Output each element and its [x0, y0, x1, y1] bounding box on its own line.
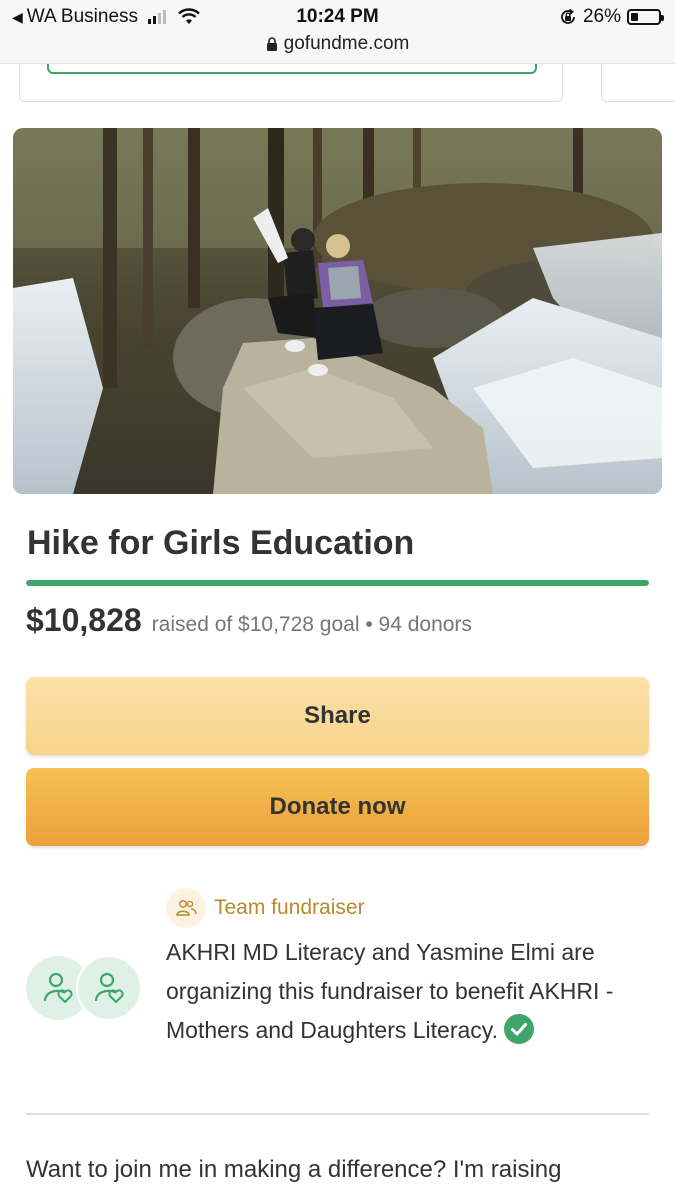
campaign-title: Hike for Girls Education	[27, 524, 415, 562]
padlock-icon	[266, 36, 277, 51]
url-text[interactable]: gofundme.com	[284, 33, 410, 55]
goal-and-donors[interactable]: raised of $10,728 goal • 94 donors	[152, 613, 472, 637]
battery-percent: 26%	[582, 6, 621, 27]
campaign-photo[interactable]	[13, 128, 662, 494]
avatar[interactable]	[76, 955, 142, 1021]
battery-icon	[627, 9, 664, 25]
team-icon	[166, 888, 206, 928]
status-right: 26%	[559, 6, 664, 28]
team-fundraiser-label: Team fundraiser	[214, 896, 365, 919]
organizer-description: AKHRI MD Literacy and Yasmine Elmi are o…	[166, 933, 656, 1050]
team-fundraiser-badge: Team fundraiser	[166, 888, 365, 928]
cropped-card	[19, 64, 563, 102]
story-text: Want to join me in making a difference? …	[26, 1156, 562, 1183]
progress-bar-fill	[26, 580, 649, 586]
battery-fill	[631, 13, 638, 21]
person-heart-icon	[43, 972, 73, 1003]
browser-chrome: ◀ WA Business 10:24 PM 26% gofundme.com	[0, 0, 675, 64]
donate-button[interactable]: Donate now	[26, 768, 649, 846]
amount-raised: $10,828	[26, 602, 142, 638]
share-button[interactable]: Share	[26, 677, 649, 755]
raised-summary: $10,828 raised of $10,728 goal • 94 dono…	[26, 602, 472, 639]
verified-check-icon	[503, 1013, 534, 1044]
divider	[26, 1113, 649, 1115]
status-bar: ◀ WA Business 10:24 PM 26%	[0, 6, 675, 30]
progress-bar	[26, 580, 649, 586]
address-bar[interactable]: gofundme.com	[0, 33, 675, 55]
person-heart-icon	[94, 972, 124, 1003]
cropped-card-secondary	[601, 64, 675, 102]
organizer-avatars[interactable]	[26, 955, 144, 1022]
rotation-lock-icon	[561, 8, 575, 24]
organizer-text: AKHRI MD Literacy and Yasmine Elmi are o…	[166, 939, 614, 1043]
cropped-card-border	[47, 64, 537, 74]
campaign-photo-image	[13, 128, 662, 494]
